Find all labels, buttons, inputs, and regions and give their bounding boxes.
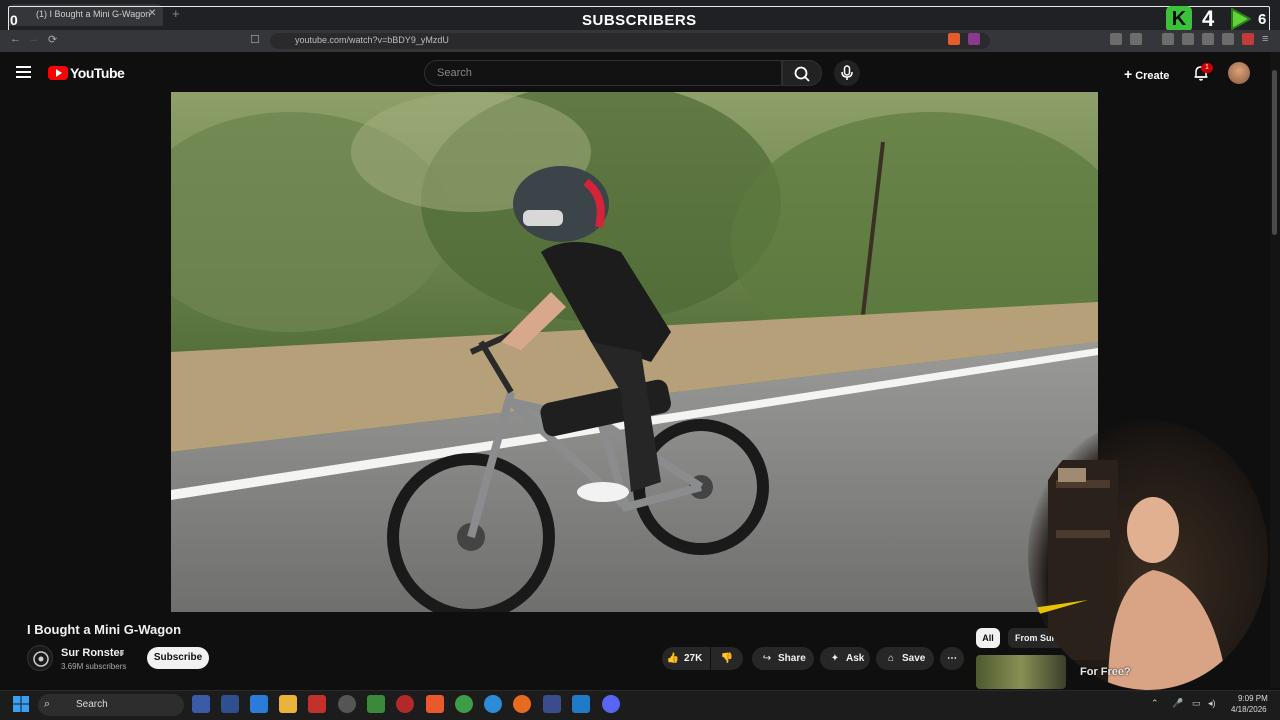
rewards-icon[interactable]	[968, 33, 980, 45]
extension-icon[interactable]	[1110, 33, 1122, 45]
search-button[interactable]	[782, 60, 822, 86]
save-label: Save	[902, 653, 926, 664]
plus-icon: +	[1124, 66, 1133, 82]
create-button[interactable]: + Create	[1124, 62, 1176, 84]
search-placeholder: Search	[437, 67, 472, 79]
subscribe-button[interactable]: Subscribe	[147, 647, 209, 669]
taskbar-app-icon[interactable]	[396, 695, 414, 713]
taskbar-time[interactable]: 9:09 PM	[1238, 694, 1268, 703]
edge-icon[interactable]	[484, 695, 502, 713]
verified-icon: ●	[119, 648, 125, 658]
volume-icon[interactable]: ◂)	[1208, 698, 1216, 709]
taskbar-app-icon[interactable]	[338, 695, 356, 713]
recommended-thumbnail-label: For Free?	[1080, 666, 1131, 678]
share-label: Share	[778, 653, 806, 664]
webcam-image	[1028, 460, 1228, 690]
hamburger-menu-icon[interactable]	[16, 66, 31, 81]
search-input[interactable]: Search	[424, 60, 782, 86]
share-icon: ↪	[762, 653, 772, 664]
channel-avatar[interactable]	[27, 645, 53, 671]
share-button[interactable]: ↪ Share	[752, 647, 814, 670]
sparkle-icon: ✦	[830, 653, 840, 664]
taskbar-search[interactable]: Search	[38, 694, 184, 716]
taskbar-app-icon[interactable]	[543, 695, 561, 713]
like-button[interactable]: 👍 27K	[662, 647, 710, 670]
taskbar-search-icon: ⌕	[44, 698, 51, 710]
url-text: youtube.com/watch?v=bBDY9_yMzdU	[295, 35, 449, 45]
new-tab-icon[interactable]: +	[172, 6, 180, 21]
browser-tab[interactable]: (1) I Bought a Mini G-Wagon	[8, 4, 163, 26]
tab-close-icon[interactable]: ✕	[148, 8, 156, 19]
taskbar-app-icon[interactable]	[367, 695, 385, 713]
overlay-left-count: 0	[10, 12, 18, 28]
ask-label: Ask	[846, 653, 865, 664]
filter-chip-all[interactable]: All	[976, 628, 1000, 648]
media-icon[interactable]	[1162, 33, 1174, 45]
brave-browser-icon[interactable]	[426, 695, 444, 713]
discord-icon[interactable]	[602, 695, 620, 713]
extension-icon[interactable]	[1130, 33, 1142, 45]
thumbs-up-icon: 👍	[666, 653, 680, 664]
like-count: 27K	[684, 653, 703, 664]
account-avatar[interactable]	[1228, 62, 1250, 84]
tab-title: (1) I Bought a Mini G-Wagon	[36, 9, 151, 19]
tray-chevron-icon[interactable]: ⌃	[1151, 698, 1159, 709]
vscode-icon[interactable]	[572, 695, 590, 713]
firefox-icon[interactable]	[513, 695, 531, 713]
ask-button[interactable]: ✦ Ask	[820, 647, 870, 670]
taskbar-app-icon[interactable]	[192, 695, 210, 713]
microphone-tray-icon[interactable]: 🎤	[1172, 698, 1183, 709]
taskbar-app-icon[interactable]	[308, 695, 326, 713]
voice-search-button[interactable]	[834, 60, 860, 86]
network-icon[interactable]: ▭	[1192, 698, 1201, 709]
youtube-logo-icon[interactable]	[48, 66, 68, 80]
video-player[interactable]	[171, 92, 1098, 612]
youtube-wordmark[interactable]: YouTube	[70, 65, 125, 81]
channel-subscriber-count: 3.69M subscribers	[61, 662, 127, 671]
recommended-video-thumbnail[interactable]	[976, 655, 1066, 689]
windows-start-icon[interactable]	[13, 696, 29, 712]
bookmark-icon[interactable]: ☐	[250, 33, 260, 46]
chrome-icon[interactable]	[455, 695, 473, 713]
reload-icon[interactable]: ⟳	[48, 33, 57, 46]
overlay-counter-b: 6	[1258, 11, 1267, 28]
microphone-icon	[841, 65, 853, 80]
kick-logo-icon: K	[1166, 6, 1192, 32]
overlay-counter-a: 4	[1202, 6, 1215, 31]
search-icon	[794, 66, 810, 82]
video-title: I Bought a Mini G-Wagon	[27, 622, 182, 637]
channel-logo-icon	[33, 651, 49, 667]
extension-icon[interactable]	[1222, 33, 1234, 45]
taskbar-date[interactable]: 4/18/2026	[1231, 705, 1267, 714]
extension-icon[interactable]	[1202, 33, 1214, 45]
channel-name[interactable]: Sur Ronster	[61, 647, 124, 659]
thumbs-down-icon: 👎	[720, 653, 734, 664]
taskbar-search-label: Search	[76, 699, 108, 710]
taskbar-app-icon[interactable]	[221, 695, 239, 713]
overlay-title: SUBSCRIBERS	[582, 12, 697, 29]
taskbar-app-icon[interactable]	[250, 695, 268, 713]
forward-icon[interactable]: →	[28, 33, 39, 45]
create-label: Create	[1135, 70, 1170, 82]
video-frame	[171, 92, 1098, 612]
more-dots-icon: ⋯	[947, 653, 957, 664]
vpn-icon[interactable]	[1242, 33, 1254, 45]
file-explorer-icon[interactable]	[279, 695, 297, 713]
scrollbar-thumb[interactable]	[1272, 70, 1277, 235]
save-button[interactable]: ⌂ Save	[876, 647, 934, 670]
sidebar-icon[interactable]	[1182, 33, 1194, 45]
webcam-overlay	[1028, 420, 1268, 690]
browser-menu-icon[interactable]: ≡	[1262, 33, 1268, 45]
rumble-logo-icon	[1231, 8, 1251, 30]
notification-badge: 1	[1201, 63, 1213, 73]
more-actions-button[interactable]: ⋯	[940, 647, 964, 670]
dislike-button[interactable]: 👎	[711, 647, 743, 670]
back-icon[interactable]: ←	[10, 33, 21, 45]
brave-shield-icon[interactable]	[948, 33, 960, 45]
bookmark-save-icon: ⌂	[887, 653, 895, 664]
